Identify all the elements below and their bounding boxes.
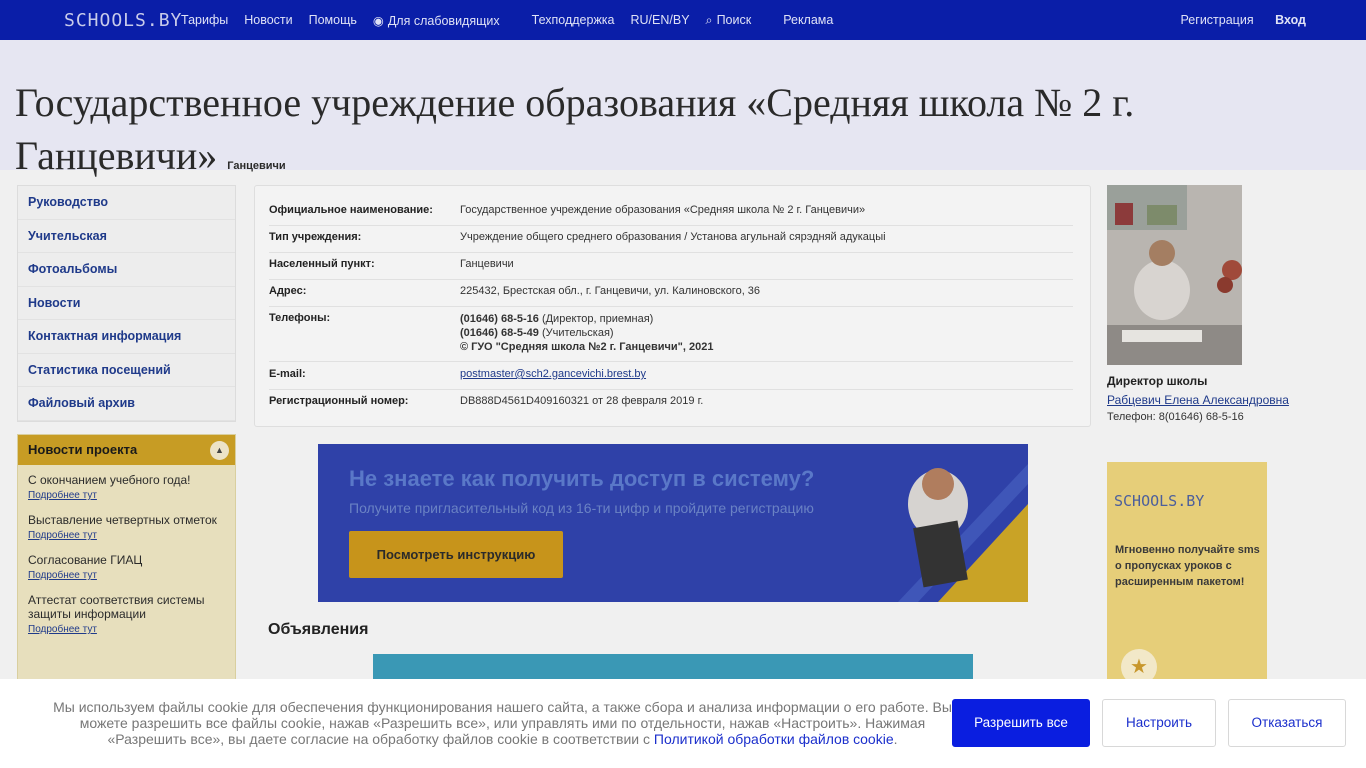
- sidebar-item-news[interactable]: Новости: [18, 287, 235, 320]
- news-item-more-link[interactable]: Подробнее тут: [28, 530, 225, 541]
- phone-number: (01646) 68-5-49: [460, 327, 539, 339]
- email-link[interactable]: postmaster@sch2.gancevichi.brest.by: [460, 368, 646, 380]
- cookie-tail: .: [893, 731, 898, 747]
- cookie-text: Мы используем файлы cookie для обеспечен…: [50, 699, 955, 747]
- info-value: Учреждение общего среднего образования /…: [460, 231, 886, 243]
- ad-logo: SCHOOLS.BY: [1114, 492, 1205, 510]
- news-item: Выставление четвертных отметок Подробнее…: [18, 505, 235, 545]
- director-title: Директор школы: [1107, 374, 1208, 388]
- news-item-title: С окончанием учебного года!: [28, 473, 191, 487]
- nav-link-support[interactable]: Техподдержка: [532, 13, 615, 28]
- project-news-panel: Новости проекта ▲ С окончанием учебного …: [17, 434, 236, 684]
- announcements-heading: Объявления: [268, 621, 369, 638]
- login-link[interactable]: Вход: [1275, 13, 1306, 27]
- info-row-address: Адрес: 225432, Брестская обл., г. Ганцев…: [269, 285, 1073, 307]
- phone-note: (Учительская): [538, 327, 614, 339]
- search-icon: ⌕: [705, 13, 713, 27]
- info-row-phones: Телефоны: (01646) 68-5-16 (Директор, при…: [269, 312, 1073, 362]
- collapse-icon[interactable]: ▲: [210, 441, 229, 460]
- info-row-type: Тип учреждения: Учреждение общего средне…: [269, 231, 1073, 253]
- cookie-policy-link[interactable]: Политикой обработки файлов cookie: [654, 731, 894, 747]
- page-title: Государственное учреждение образования «…: [15, 76, 1315, 193]
- info-row-email: E-mail: postmaster@sch2.gancevichi.brest…: [269, 368, 1073, 390]
- sidebar-item-statistics[interactable]: Статистика посещений: [18, 354, 235, 387]
- info-label: Регистрационный номер:: [269, 395, 409, 407]
- info-label: Населенный пункт:: [269, 258, 375, 270]
- news-item: Аттестат соответствия системы защиты инф…: [18, 585, 235, 639]
- nav-links: Тарифы Новости Помощь ◉ Для слабовидящих …: [181, 13, 849, 28]
- nav-link-ads[interactable]: Реклама: [783, 13, 833, 28]
- nav-link-accessibility[interactable]: ◉ Для слабовидящих: [373, 13, 516, 28]
- site-logo[interactable]: SCHOOLS.BY: [64, 10, 182, 31]
- page-title-text: Государственное учреждение образования «…: [15, 80, 1135, 178]
- project-news-header: Новости проекта ▲: [18, 435, 235, 465]
- sms-ad-banner[interactable]: SCHOOLS.BY Мгновенно получайте sms о про…: [1107, 462, 1267, 684]
- banner-heading: Не знаете как получить доступ в систему?: [349, 466, 815, 491]
- news-item-title: Выставление четвертных отметок: [28, 513, 217, 527]
- info-value: Государственное учреждение образования «…: [460, 204, 866, 216]
- access-help-banner: Не знаете как получить доступ в систему?…: [318, 444, 1028, 602]
- news-item: С окончанием учебного года! Подробнее ту…: [18, 465, 235, 505]
- news-item-more-link[interactable]: Подробнее тут: [28, 624, 225, 635]
- nav-link-help[interactable]: Помощь: [309, 13, 357, 28]
- info-value: postmaster@sch2.gancevichi.brest.by: [460, 368, 646, 380]
- news-item-title: Согласование ГИАЦ: [28, 553, 143, 567]
- nav-link-tariffs[interactable]: Тарифы: [181, 13, 228, 28]
- info-label: Официальное наименование:: [269, 204, 433, 216]
- sidebar-item-management[interactable]: Руководство: [18, 186, 235, 220]
- left-sidebar: Руководство Учительская Фотоальбомы Ново…: [17, 185, 236, 422]
- director-photo: [1107, 185, 1242, 365]
- sidebar-item-contacts[interactable]: Контактная информация: [18, 320, 235, 354]
- nav-link-search[interactable]: ⌕ Поиск: [706, 13, 768, 28]
- ad-text: Мгновенно получайте sms о пропусках урок…: [1115, 544, 1260, 588]
- sidebar-item-photo-albums[interactable]: Фотоальбомы: [18, 253, 235, 287]
- sidebar-item-teachers-room[interactable]: Учительская: [18, 220, 235, 253]
- view-instructions-button[interactable]: Посмотреть инструкцию: [349, 531, 563, 578]
- info-value: 225432, Брестская обл., г. Ганцевичи, ул…: [460, 285, 761, 297]
- decline-button[interactable]: Отказаться: [1228, 699, 1346, 747]
- nav-link-accessibility-label: Для слабовидящих: [387, 14, 500, 28]
- banner-text: Получите пригласительный код из 16-ти ци…: [349, 500, 814, 516]
- register-link[interactable]: Регистрация: [1181, 13, 1254, 27]
- banner-decoration: [898, 464, 1028, 602]
- page-title-suffix: Ганцевичи: [227, 160, 286, 172]
- info-label: Тип учреждения:: [269, 231, 362, 243]
- phone-note: (Директор, приемная): [538, 313, 654, 325]
- copyright: © ГУО "Средняя школа №2 г. Ганцевичи", 2…: [460, 341, 714, 353]
- news-item-title: Аттестат соответствия системы защиты инф…: [28, 593, 205, 621]
- auth-links: Регистрация Вход: [1163, 13, 1306, 27]
- info-value: (01646) 68-5-16 (Директор, приемная) (01…: [460, 312, 713, 354]
- school-info-panel: Официальное наименование: Государственно…: [254, 185, 1091, 427]
- info-label: Телефоны:: [269, 312, 331, 324]
- info-row-official-name: Официальное наименование: Государственно…: [269, 204, 1073, 226]
- news-item-more-link[interactable]: Подробнее тут: [28, 490, 225, 501]
- nav-link-news[interactable]: Новости: [244, 13, 292, 28]
- info-value: Ганцевичи: [460, 258, 514, 270]
- eye-icon: ◉: [372, 14, 384, 28]
- news-item-more-link[interactable]: Подробнее тут: [28, 570, 225, 581]
- cookie-consent-bar: Мы используем файлы cookie для обеспечен…: [0, 679, 1366, 768]
- allow-all-button[interactable]: Разрешить все: [952, 699, 1090, 747]
- sidebar-item-file-archive[interactable]: Файловый архив: [18, 387, 235, 421]
- nav-link-language[interactable]: RU/EN/BY: [631, 13, 690, 28]
- info-label: Адрес:: [269, 285, 307, 297]
- nav-link-search-label: Поиск: [716, 13, 752, 27]
- info-value: DB888D4561D409160321 от 28 февраля 2019 …: [460, 395, 704, 407]
- info-row-locality: Населенный пункт: Ганцевичи: [269, 258, 1073, 280]
- info-row-registration: Регистрационный номер: DB888D4561D409160…: [269, 395, 1073, 417]
- news-item: Согласование ГИАЦ Подробнее тут: [18, 545, 235, 585]
- info-label: E-mail:: [269, 368, 306, 380]
- director-name-link[interactable]: Рабцевич Елена Александровна: [1107, 393, 1289, 407]
- director-phone: Телефон: 8(01646) 68-5-16: [1107, 411, 1244, 423]
- configure-button[interactable]: Настроить: [1102, 699, 1216, 747]
- phone-number: (01646) 68-5-16: [460, 313, 539, 325]
- top-navbar: SCHOOLS.BY Тарифы Новости Помощь ◉ Для сл…: [0, 0, 1366, 40]
- project-news-title: Новости проекта: [28, 442, 138, 457]
